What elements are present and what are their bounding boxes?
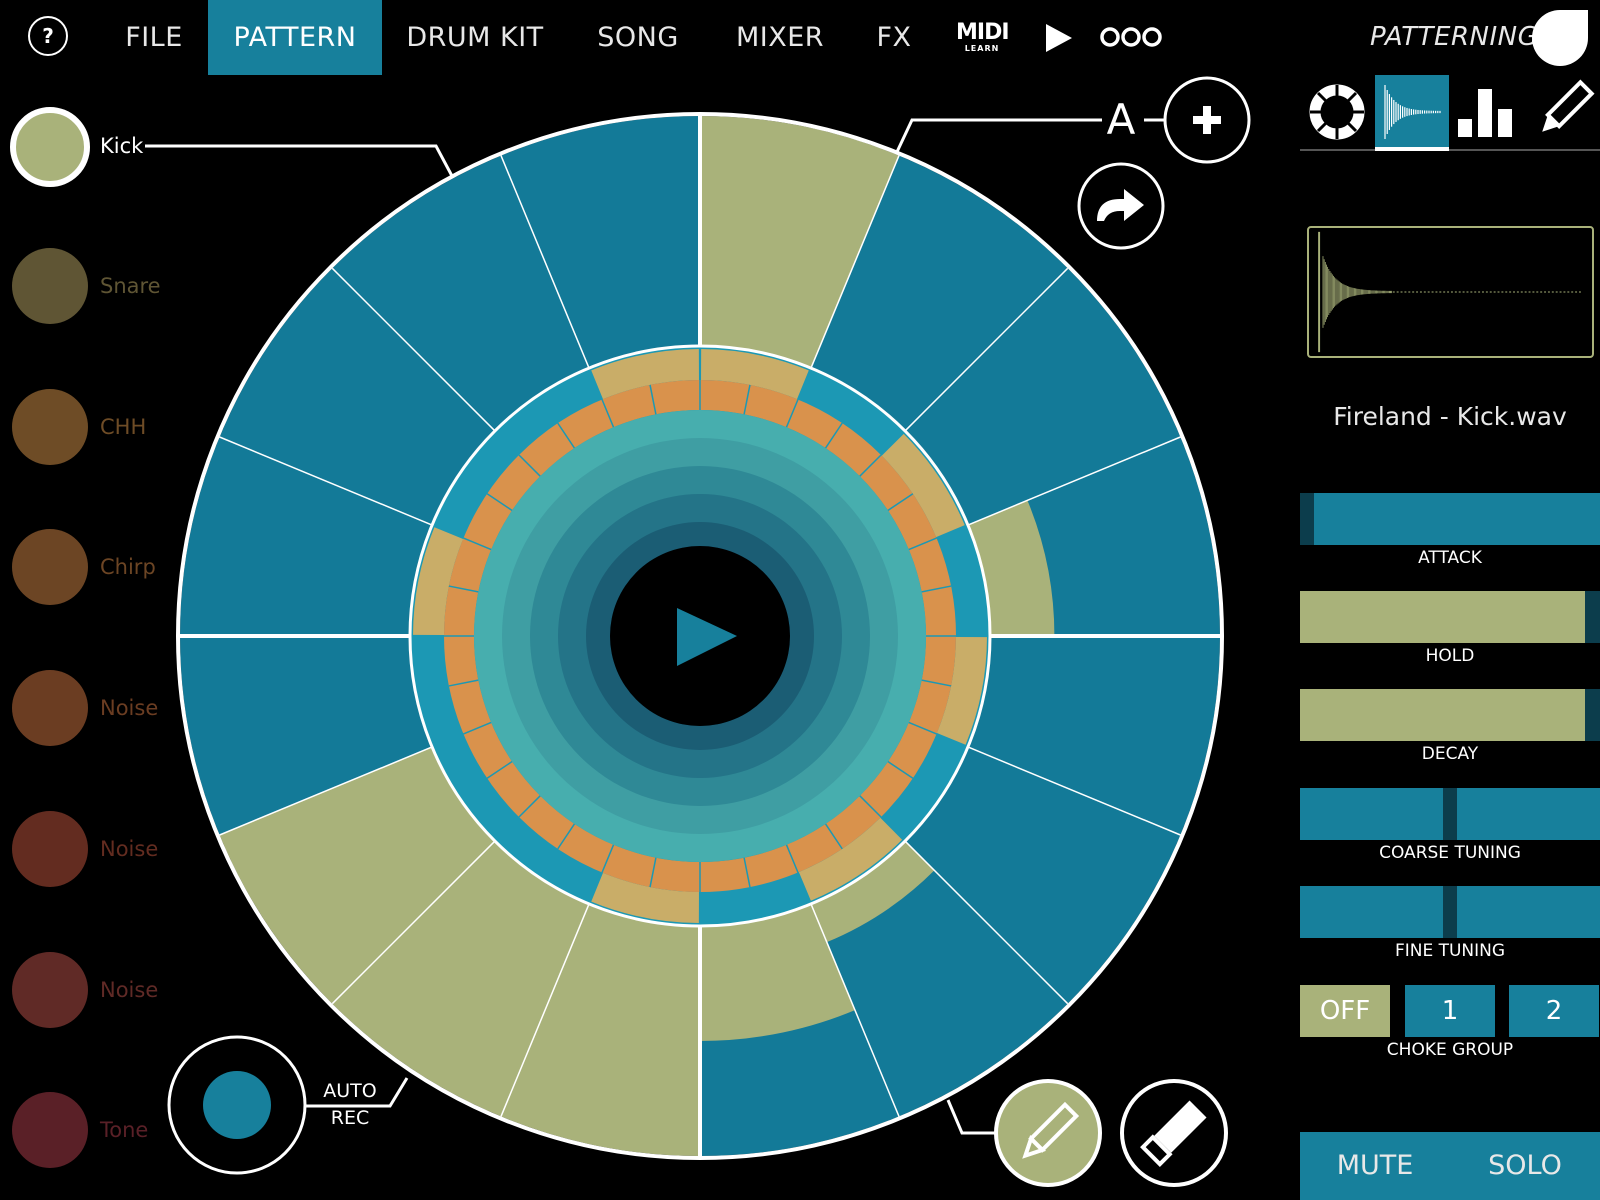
decay-slider[interactable]: [1300, 689, 1600, 741]
sample-file-name: Fireland - Kick.wav: [1333, 402, 1567, 431]
tab-ring[interactable]: [1300, 75, 1374, 149]
erase-tool-button[interactable]: [1120, 1079, 1228, 1187]
attack-label: ATTACK: [1418, 548, 1482, 568]
auto-rec-label-line1: AUTO: [323, 1080, 376, 1102]
decay-label: DECAY: [1421, 744, 1479, 764]
tab-underline: [1300, 149, 1600, 151]
waveform-graphic: [1318, 231, 1583, 353]
choke-2-button[interactable]: 2: [1509, 985, 1599, 1037]
auto-rec-control[interactable]: AUTO REC: [167, 1035, 409, 1175]
fine-tuning-slider[interactable]: [1300, 886, 1600, 938]
pattern-letter[interactable]: A: [1107, 95, 1136, 144]
auto-rec-label-line2: REC: [331, 1107, 369, 1129]
play-icon: [1046, 24, 1072, 52]
kick-connector-line: [145, 144, 454, 177]
midi-learn-label: LEARN: [964, 44, 1000, 53]
menu-mixer[interactable]: MIXER: [722, 0, 838, 75]
attack-slider[interactable]: [1300, 493, 1600, 545]
decay-slider-fill: [1300, 689, 1585, 741]
tab-active-indicator: [1375, 147, 1449, 151]
hold-slider[interactable]: [1300, 591, 1600, 643]
fine-tuning-slider-handle[interactable]: [1443, 886, 1457, 938]
choke-1-button[interactable]: 1: [1405, 985, 1495, 1037]
hold-slider-fill: [1300, 591, 1585, 643]
mute-solo-bar: MUTE SOLO: [1300, 1132, 1600, 1200]
pencil-icon: [1542, 79, 1595, 132]
add-pattern-button[interactable]: [1163, 76, 1251, 164]
center-play-button[interactable]: [610, 546, 790, 726]
tab-waveform[interactable]: [1375, 75, 1449, 149]
coarse-tuning-slider[interactable]: [1300, 788, 1600, 840]
attack-slider-handle[interactable]: [1300, 493, 1314, 545]
teardrop-logo-icon: [1532, 10, 1588, 66]
transport-play-button[interactable]: [1044, 22, 1074, 54]
redo-button[interactable]: [1077, 162, 1165, 250]
pattern-wheel: A AUTO REC: [145, 76, 1251, 1187]
top-bar: ? FILE PATTERN DRUM KIT SONG MIXER FX MI…: [0, 0, 1600, 75]
choke-group-label: CHOKE GROUP: [1386, 1040, 1514, 1060]
auto-rec-indicator: [203, 1071, 271, 1139]
bar-graph-icon: [1458, 89, 1512, 137]
waveform-icon: [1384, 85, 1441, 139]
hold-label: HOLD: [1425, 646, 1475, 666]
fine-tuning-label: FINE TUNING: [1394, 941, 1506, 961]
pattern-label-connector: [894, 118, 1102, 155]
choke-off-button[interactable]: OFF: [1300, 985, 1390, 1037]
sound-editor-tabs: [1300, 75, 1600, 151]
draw-tool-disc: [994, 1079, 1102, 1187]
mute-button[interactable]: MUTE: [1300, 1132, 1450, 1200]
ring-icon: [1309, 84, 1365, 140]
draw-tool-button[interactable]: [994, 1079, 1102, 1187]
decay-slider-handle[interactable]: [1585, 689, 1600, 741]
menu-fx[interactable]: FX: [872, 0, 916, 75]
more-button[interactable]: [1100, 24, 1162, 50]
sample-waveform-display[interactable]: [1307, 226, 1594, 358]
help-icon: ?: [42, 24, 54, 48]
menu-pattern[interactable]: PATTERN: [208, 0, 382, 75]
help-button[interactable]: ?: [28, 16, 68, 56]
tools-connector: [946, 1099, 996, 1135]
hold-slider-handle[interactable]: [1585, 591, 1600, 643]
midi-learn-button[interactable]: MIDI LEARN: [956, 20, 1010, 54]
coarse-tuning-label: COARSE TUNING: [1379, 843, 1521, 863]
tab-pencil[interactable]: [1525, 75, 1599, 149]
menu-drum-kit[interactable]: DRUM KIT: [402, 0, 548, 75]
menu-song[interactable]: SONG: [584, 0, 692, 75]
ellipsis-icon: [1100, 27, 1162, 47]
coarse-tuning-slider-handle[interactable]: [1443, 788, 1457, 840]
app-brand-name: PATTERNING: [1370, 22, 1539, 52]
menu-file[interactable]: FILE: [115, 0, 193, 75]
solo-button[interactable]: SOLO: [1450, 1132, 1600, 1200]
midi-logo-icon: MIDI: [956, 20, 1010, 45]
tab-bar-graph[interactable]: [1450, 75, 1524, 149]
